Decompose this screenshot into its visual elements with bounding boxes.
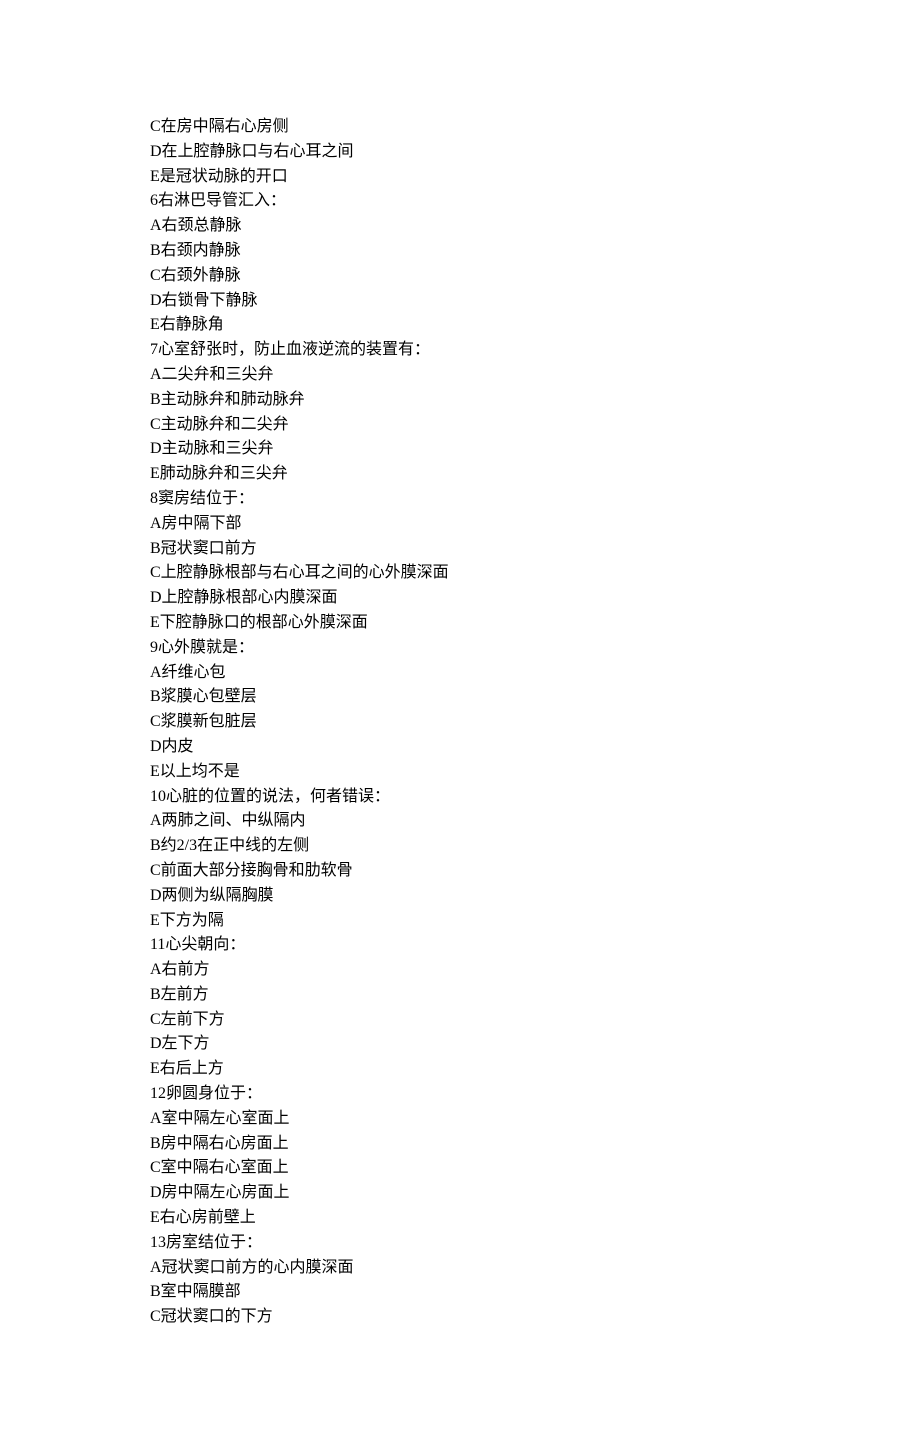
text-line: D两侧为纵隔胸膜 [150, 884, 770, 909]
text-line: D内皮 [150, 735, 770, 760]
text-line: E以上均不是 [150, 760, 770, 785]
text-line: E肺动脉弁和三尖弁 [150, 462, 770, 487]
text-line: D右锁骨下静脉 [150, 289, 770, 314]
text-line: A两肺之间、中纵隔内 [150, 809, 770, 834]
text-line: D主动脉和三尖弁 [150, 437, 770, 462]
text-line: D在上腔静脉口与右心耳之间 [150, 140, 770, 165]
text-line: A冠状窦口前方的心内膜深面 [150, 1256, 770, 1281]
text-line: C上腔静脉根部与右心耳之间的心外膜深面 [150, 561, 770, 586]
text-line: 8窦房结位于： [150, 487, 770, 512]
text-line: B主动脉弁和肺动脉弁 [150, 388, 770, 413]
text-line: C右颈外静脉 [150, 264, 770, 289]
text-line: E是冠状动脉的开口 [150, 165, 770, 190]
text-line: 9心外膜就是： [150, 636, 770, 661]
text-line: C室中隔右心室面上 [150, 1156, 770, 1181]
text-line: A房中隔下部 [150, 512, 770, 537]
text-line: 6右淋巴导管汇入： [150, 189, 770, 214]
text-line: C冠状窦口的下方 [150, 1305, 770, 1330]
document-page: C在房中隔右心房侧 D在上腔静脉口与右心耳之间 E是冠状动脉的开口 6右淋巴导管… [0, 0, 920, 1430]
text-line: B右颈内静脉 [150, 239, 770, 264]
text-line: 13房室结位于： [150, 1231, 770, 1256]
text-line: A纤维心包 [150, 661, 770, 686]
text-line: B房中隔右心房面上 [150, 1132, 770, 1157]
text-line: E右静脉角 [150, 313, 770, 338]
text-line: A右前方 [150, 958, 770, 983]
text-line: B冠状窦口前方 [150, 537, 770, 562]
text-line: E下腔静脉口的根部心外膜深面 [150, 611, 770, 636]
text-line: B约2/3在正中线的左侧 [150, 834, 770, 859]
text-line: 10心脏的位置的说法，何者错误： [150, 785, 770, 810]
text-line: B室中隔膜部 [150, 1280, 770, 1305]
text-line: A室中隔左心室面上 [150, 1107, 770, 1132]
text-line: E右后上方 [150, 1057, 770, 1082]
text-line: 11心尖朝向： [150, 933, 770, 958]
text-line: 7心室舒张时，防止血液逆流的装置有： [150, 338, 770, 363]
text-line: C主动脉弁和二尖弁 [150, 413, 770, 438]
text-line: C在房中隔右心房侧 [150, 115, 770, 140]
text-line: A右颈总静脉 [150, 214, 770, 239]
text-line: B浆膜心包壁层 [150, 685, 770, 710]
text-line: E右心房前壁上 [150, 1206, 770, 1231]
text-line: A二尖弁和三尖弁 [150, 363, 770, 388]
text-line: C左前下方 [150, 1008, 770, 1033]
text-line: E下方为隔 [150, 909, 770, 934]
text-line: B左前方 [150, 983, 770, 1008]
text-line: C前面大部分接胸骨和肋软骨 [150, 859, 770, 884]
text-line: C浆膜新包脏层 [150, 710, 770, 735]
text-line: 12卵圆身位于： [150, 1082, 770, 1107]
text-line: D上腔静脉根部心内膜深面 [150, 586, 770, 611]
text-line: D房中隔左心房面上 [150, 1181, 770, 1206]
text-line: D左下方 [150, 1032, 770, 1057]
